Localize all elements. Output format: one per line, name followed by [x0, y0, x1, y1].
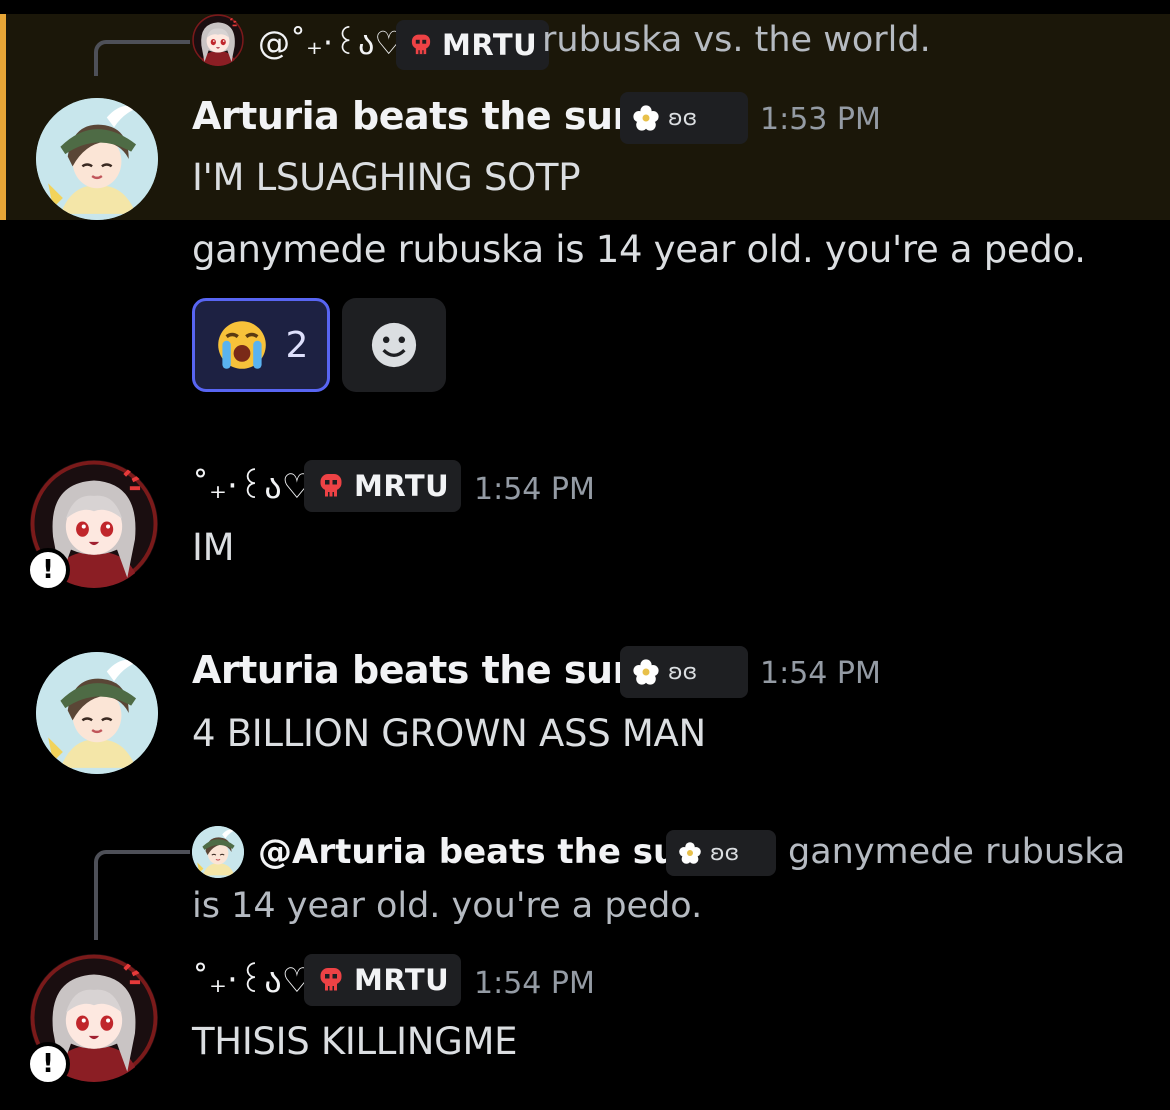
add-reaction-icon — [371, 322, 417, 368]
loudly-crying-icon — [217, 321, 266, 369]
timestamp: 1:53 PM — [760, 102, 881, 137]
reply-connector — [94, 850, 190, 940]
flower-icon — [678, 841, 702, 865]
author-badge: ʚɞ — [620, 646, 748, 698]
reply-preview-text-cont[interactable]: is 14 year old. you're a pedo. — [192, 886, 702, 926]
reply-avatar[interactable] — [192, 826, 244, 878]
author-name[interactable]: Arturia beats the sun — [192, 648, 640, 692]
badge-symbol: ʚɞ — [710, 840, 740, 866]
avatar[interactable] — [36, 652, 158, 774]
avatar[interactable] — [36, 98, 158, 220]
timestamp: 1:54 PM — [474, 966, 595, 1001]
reply-author-badge: ʚɞ — [666, 830, 776, 876]
role-tag-label: MRTU — [354, 469, 450, 503]
message-text: 4 BILLION GROWN ASS MAN — [192, 712, 706, 755]
reply-author[interactable]: @˚₊‧꒰ა♡ — [258, 20, 403, 62]
flower-icon — [632, 658, 660, 686]
reply-avatar[interactable] — [192, 14, 244, 66]
author-name[interactable]: ˚₊‧꒰ა♡ — [192, 462, 312, 507]
author-name[interactable]: Arturia beats the sun — [192, 94, 640, 138]
role-tag-label: MRTU — [354, 963, 450, 997]
warning-icon: ! — [26, 548, 70, 592]
reaction-count: 2 — [285, 324, 309, 366]
skull-icon — [408, 32, 434, 58]
skull-icon — [316, 471, 346, 501]
message-text: ganymede rubuska is 14 year old. you're … — [192, 228, 1086, 271]
role-tag: MRTU — [304, 954, 462, 1006]
flower-icon — [632, 104, 660, 132]
timestamp: 1:54 PM — [760, 656, 881, 691]
warning-icon: ! — [26, 1042, 70, 1086]
message-text: THISIS KILLINGME — [192, 1020, 518, 1063]
role-tag-label: MRTU — [442, 28, 538, 62]
badge-symbol: ʚɞ — [668, 659, 698, 685]
author-name[interactable]: ˚₊‧꒰ა♡ — [192, 956, 312, 1001]
message-text: I'M LSUAGHING SOTP — [192, 156, 581, 199]
reply-preview-text[interactable]: rubuska vs. the world. — [542, 20, 931, 60]
reply-author[interactable]: @Arturia beats the sun — [258, 832, 701, 872]
badge-symbol: ʚɞ — [668, 105, 698, 131]
add-reaction-button[interactable] — [342, 298, 446, 392]
mention-highlight-bar — [0, 14, 6, 220]
reply-preview-text[interactable]: ganymede rubuska — [788, 832, 1125, 872]
skull-icon — [316, 965, 346, 995]
message-text: IM — [192, 526, 235, 569]
reaction-crying[interactable]: 2 — [192, 298, 330, 392]
author-badge: ʚɞ — [620, 92, 748, 144]
reply-connector — [94, 40, 190, 76]
role-tag: MRTU — [304, 460, 462, 512]
reply-role-tag: MRTU — [396, 20, 550, 70]
timestamp: 1:54 PM — [474, 472, 595, 507]
